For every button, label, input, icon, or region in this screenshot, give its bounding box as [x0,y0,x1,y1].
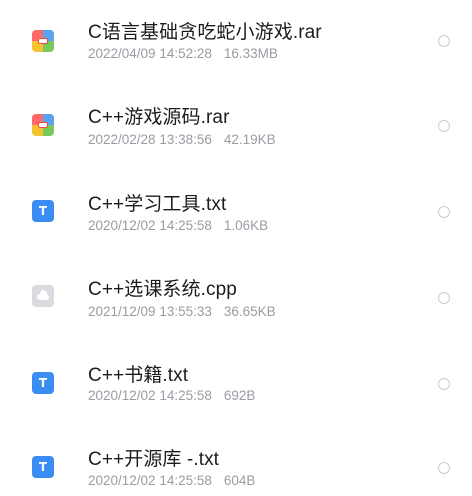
archive-icon [32,30,54,52]
file-size: 16.33MB [223,46,278,61]
cloud-shape [37,290,49,300]
file-meta: 2022/04/09 14:52:28 16.33MB [88,46,278,61]
file-row[interactable]: C语言基础贪吃蛇小游戏.rar 2022/04/09 14:52:28 16.33… [0,0,472,86]
file-row[interactable]: T C++开源库 -.txt 2020/12/02 14:25:58 604B [0,430,472,496]
file-date: 2020/12/02 14:25:58 [88,388,212,403]
file-name: C语言基础贪吃蛇小游戏.rar [88,22,322,43]
file-name: C++学习工具.txt [88,194,227,215]
file-meta: 2020/12/02 14:25:58 1.06KB [88,218,268,233]
archive-icon [32,114,54,136]
file-size: 604B [223,473,256,488]
file-row[interactable]: C++选课系统.cpp 2021/12/09 13:55:33 36.65KB [0,258,472,344]
select-radio[interactable] [438,120,450,132]
file-list: C语言基础贪吃蛇小游戏.rar 2022/04/09 14:52:28 16.33… [0,0,472,496]
file-size: 1.06KB [223,218,269,233]
file-meta: 2020/12/02 14:25:58 692B [88,388,255,403]
select-radio[interactable] [438,462,450,474]
file-meta: 2021/12/09 13:55:33 36.65KB [88,304,276,319]
file-date: 2020/12/02 14:25:58 [88,473,212,488]
file-meta: 2020/12/02 14:25:58 604B [88,473,255,488]
text-glyph: T [38,204,48,218]
file-row[interactable]: T C++书籍.txt 2020/12/02 14:25:58 692B [0,344,472,430]
file-date: 2021/12/09 13:55:33 [88,304,212,319]
file-date: 2022/04/09 14:52:28 [88,46,212,61]
cloud-file-icon [32,285,54,307]
file-name: C++选课系统.cpp [88,279,237,300]
file-name: C++开源库 -.txt [88,449,220,470]
file-date: 2022/02/28 13:38:56 [88,132,212,147]
text-file-icon: T [32,200,54,222]
file-name: C++游戏源码.rar [88,107,230,128]
file-size: 36.65KB [223,304,276,319]
text-glyph: T [38,460,48,474]
file-row[interactable]: T C++学习工具.txt 2020/12/02 14:25:58 1.06KB [0,172,472,258]
file-meta: 2022/02/28 13:38:56 42.19KB [88,132,276,147]
text-glyph: T [38,376,48,390]
select-radio[interactable] [438,292,450,304]
file-row[interactable]: C++游戏源码.rar 2022/02/28 13:38:56 42.19KB [0,86,472,172]
file-date: 2020/12/02 14:25:58 [88,218,212,233]
select-radio[interactable] [438,35,450,47]
select-radio[interactable] [438,378,450,390]
file-name: C++书籍.txt [88,365,189,386]
file-size: 42.19KB [223,132,276,147]
select-radio[interactable] [438,206,450,218]
text-file-icon: T [32,372,54,394]
file-size: 692B [223,388,256,403]
text-file-icon: T [32,456,54,478]
